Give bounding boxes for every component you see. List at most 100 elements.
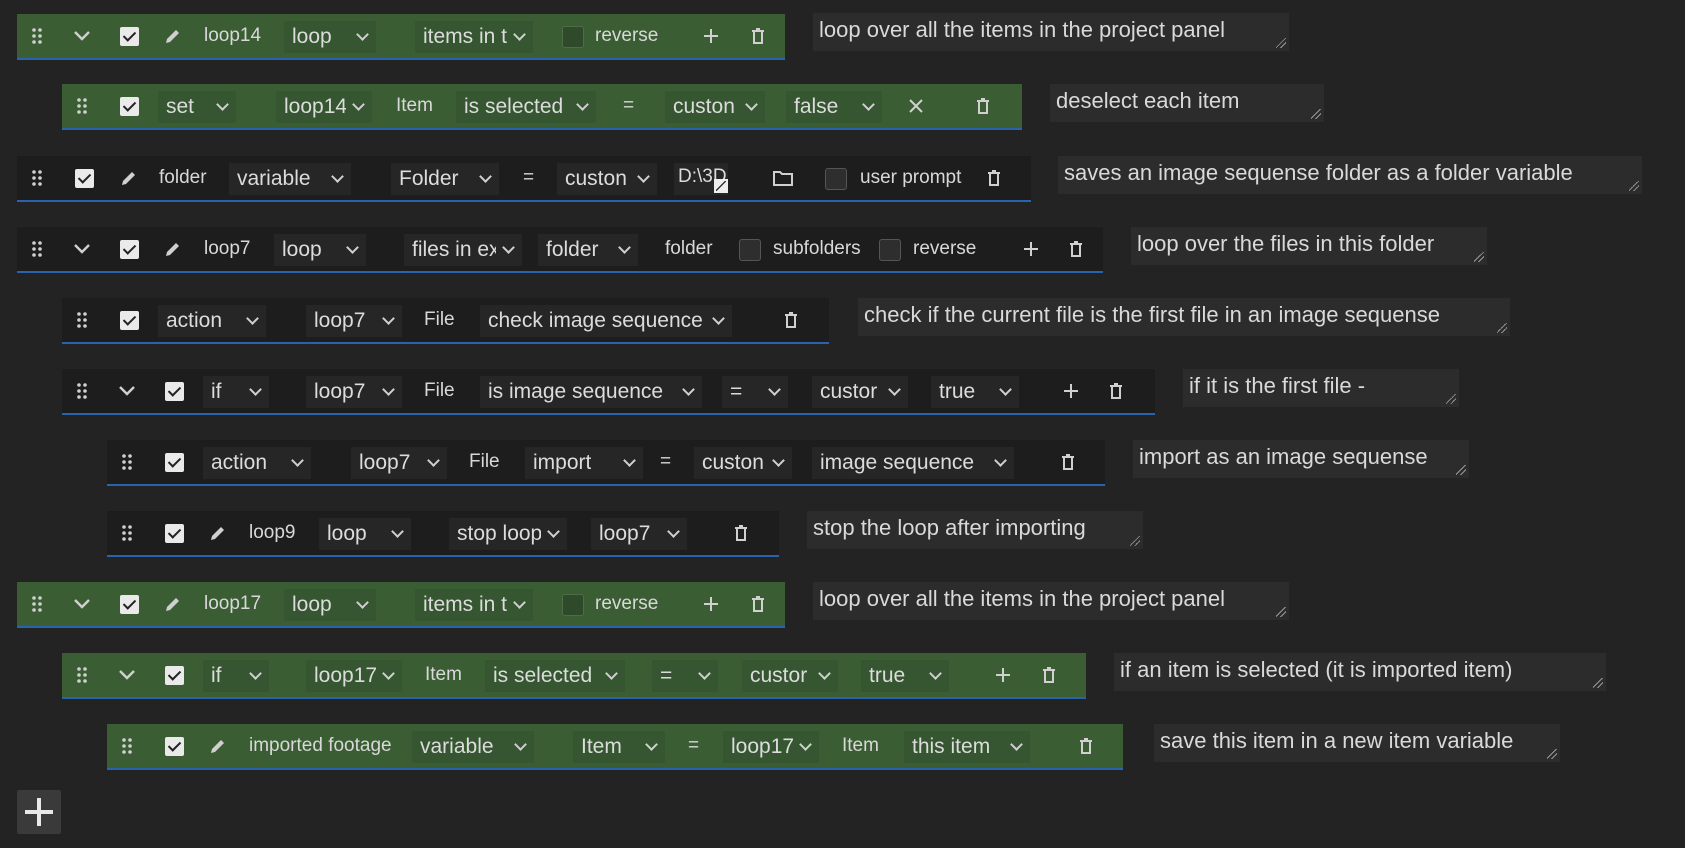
reverse-checkbox[interactable]	[562, 594, 584, 616]
chevron-down-icon[interactable]	[67, 582, 97, 626]
folder-path-field[interactable]: D:\3D	[674, 163, 728, 195]
reverse-checkbox[interactable]	[562, 26, 584, 48]
enabled-checkbox[interactable]	[165, 453, 184, 472]
enabled-checkbox[interactable]	[120, 27, 139, 46]
comment-field[interactable]: if an item is selected (it is imported i…	[1114, 653, 1606, 691]
chevron-down-icon[interactable]	[112, 653, 142, 697]
step-type-dropdown[interactable]: loop	[274, 234, 366, 266]
step-type-dropdown[interactable]: loop	[284, 21, 376, 53]
plus-icon[interactable]	[700, 582, 722, 626]
chevron-down-icon[interactable]	[112, 369, 142, 413]
value-mode-dropdown[interactable]: custor	[742, 660, 838, 692]
trash-icon[interactable]	[780, 298, 802, 342]
pencil-icon[interactable]	[207, 724, 229, 768]
step-name[interactable]: folder	[159, 156, 207, 200]
folder-icon[interactable]	[770, 156, 796, 200]
comment-field[interactable]: loop over all the items in the project p…	[813, 582, 1289, 620]
plus-icon[interactable]	[992, 653, 1014, 697]
enabled-checkbox[interactable]	[120, 311, 139, 330]
comment-field[interactable]: import as an image sequense	[1133, 440, 1469, 478]
object-dropdown[interactable]: loop17	[723, 731, 819, 763]
enabled-checkbox[interactable]	[120, 97, 139, 116]
pencil-icon[interactable]	[162, 14, 184, 58]
comment-field[interactable]: loop over all the items in the project p…	[813, 13, 1289, 51]
pencil-icon[interactable]	[162, 227, 184, 271]
drag-handle-icon[interactable]	[70, 84, 94, 128]
loop-source-dropdown[interactable]: items in t	[415, 589, 533, 621]
trash-icon[interactable]	[730, 511, 752, 555]
enabled-checkbox[interactable]	[165, 666, 184, 685]
value-dropdown[interactable]: false	[786, 91, 882, 123]
user-prompt-checkbox[interactable]	[825, 168, 847, 190]
drag-handle-icon[interactable]	[115, 724, 139, 768]
step-name[interactable]: loop14	[204, 14, 261, 58]
plus-icon[interactable]	[700, 14, 722, 58]
resize-handle-icon[interactable]	[714, 179, 728, 193]
comment-field[interactable]: deselect each item	[1050, 84, 1324, 122]
enabled-checkbox[interactable]	[165, 524, 184, 543]
value-dropdown[interactable]: true	[931, 376, 1019, 408]
trash-icon[interactable]	[1057, 440, 1079, 484]
loop-command-dropdown[interactable]: stop loop	[449, 518, 567, 550]
object-dropdown[interactable]: loop17	[306, 660, 402, 692]
object-dropdown[interactable]: loop14	[276, 91, 372, 123]
property-dropdown[interactable]: is image sequence	[480, 376, 702, 408]
comment-field[interactable]: stop the loop after importing	[807, 511, 1143, 549]
comment-field[interactable]: if it is the first file -	[1183, 369, 1459, 407]
trash-icon[interactable]	[1065, 227, 1087, 271]
action-dropdown[interactable]: import	[525, 447, 643, 479]
value-dropdown[interactable]: image sequence	[812, 447, 1014, 479]
pencil-icon[interactable]	[207, 511, 229, 555]
drag-handle-icon[interactable]	[25, 582, 49, 626]
drag-handle-icon[interactable]	[70, 298, 94, 342]
object-dropdown[interactable]: loop7	[351, 447, 447, 479]
trash-icon[interactable]	[972, 84, 994, 128]
add-step-button[interactable]	[17, 790, 61, 834]
step-type-dropdown[interactable]: if	[203, 660, 269, 692]
drag-handle-icon[interactable]	[115, 440, 139, 484]
step-name[interactable]: loop9	[249, 511, 296, 555]
step-type-dropdown[interactable]: action	[158, 305, 266, 337]
pencil-icon[interactable]	[162, 582, 184, 626]
step-type-dropdown[interactable]: set	[158, 91, 236, 123]
step-name[interactable]: imported footage	[249, 724, 392, 768]
value-mode-dropdown[interactable]: custon	[557, 163, 657, 195]
chevron-down-icon[interactable]	[67, 14, 97, 58]
drag-handle-icon[interactable]	[25, 14, 49, 58]
property-dropdown[interactable]: is selected	[456, 91, 596, 123]
object-dropdown[interactable]: loop7	[306, 305, 402, 337]
comment-field[interactable]: check if the current file is the first f…	[858, 298, 1510, 336]
step-type-dropdown[interactable]: loop	[319, 518, 411, 550]
value-mode-dropdown[interactable]: custon	[694, 447, 792, 479]
variable-type-dropdown[interactable]: Folder	[391, 163, 499, 195]
comment-field[interactable]: loop over the files in this folder	[1131, 227, 1487, 265]
enabled-checkbox[interactable]	[120, 595, 139, 614]
drag-handle-icon[interactable]	[25, 227, 49, 271]
subfolders-checkbox[interactable]	[739, 239, 761, 261]
reverse-checkbox[interactable]	[879, 239, 901, 261]
step-type-dropdown[interactable]: loop	[284, 589, 376, 621]
action-dropdown[interactable]: check image sequence	[480, 305, 732, 337]
enabled-checkbox[interactable]	[75, 169, 94, 188]
trash-icon[interactable]	[747, 14, 769, 58]
value-mode-dropdown[interactable]: custon	[665, 91, 765, 123]
trash-icon[interactable]	[1038, 653, 1060, 697]
plus-icon[interactable]	[1020, 227, 1042, 271]
variable-type-dropdown[interactable]: Item	[573, 731, 665, 763]
operator-dropdown[interactable]: =	[652, 660, 718, 692]
loop-source-dropdown[interactable]: items in t	[415, 21, 533, 53]
value-dropdown[interactable]: true	[861, 660, 949, 692]
close-icon[interactable]	[905, 84, 927, 128]
comment-field[interactable]: saves an image sequense folder as a fold…	[1058, 156, 1642, 194]
value-mode-dropdown[interactable]: custor	[812, 376, 908, 408]
property-dropdown[interactable]: is selected	[485, 660, 625, 692]
target-loop-dropdown[interactable]: loop7	[591, 518, 687, 550]
comment-field[interactable]: save this item in a new item variable	[1154, 724, 1560, 762]
enabled-checkbox[interactable]	[165, 382, 184, 401]
step-type-dropdown[interactable]: action	[203, 447, 311, 479]
trash-icon[interactable]	[1105, 369, 1127, 413]
drag-handle-icon[interactable]	[70, 369, 94, 413]
step-type-dropdown[interactable]: if	[203, 376, 269, 408]
trash-icon[interactable]	[1075, 724, 1097, 768]
chevron-down-icon[interactable]	[67, 227, 97, 271]
